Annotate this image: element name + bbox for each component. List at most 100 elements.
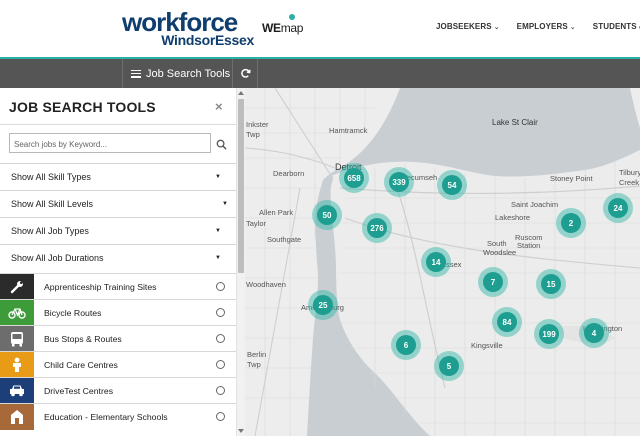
filter-skill-types[interactable]: Show All Skill Types ▼ (0, 163, 236, 190)
job-cluster-marker[interactable]: 658 (339, 163, 369, 193)
place-label: Station (517, 241, 541, 250)
cluster-count: 84 (497, 312, 517, 332)
cluster-count: 15 (541, 274, 561, 294)
workforce-logo[interactable]: workforce WindsorEssex (122, 9, 254, 47)
layer-label: Education - Elementary Schools (44, 411, 168, 422)
job-search-panel: JOB SEARCH TOOLS × Show All Skill Types … (0, 88, 245, 436)
job-cluster-marker[interactable]: 276 (362, 213, 392, 243)
scroll-up-arrow-icon[interactable] (238, 91, 244, 95)
place-label: Berlin (247, 350, 267, 359)
job-cluster-marker[interactable]: 4 (579, 318, 609, 348)
caret-down-icon: ▼ (215, 255, 221, 261)
caret-down-icon: ▼ (215, 174, 221, 180)
place-label: Lakeshore (495, 213, 531, 222)
tools-toolbar: Job Search Tools (0, 59, 640, 88)
layer-radio[interactable] (216, 360, 225, 369)
job-cluster-marker[interactable]: 54 (437, 170, 467, 200)
scroll-thumb[interactable] (238, 99, 244, 273)
wrench-icon (0, 273, 34, 300)
filter-job-durations[interactable]: Show All Job Durations ▼ (0, 244, 236, 271)
filter-job-types[interactable]: Show All Job Types ▼ (0, 217, 236, 244)
wemap-light: map (280, 21, 304, 35)
job-cluster-marker[interactable]: 5 (434, 351, 464, 381)
refresh-button[interactable] (233, 59, 258, 88)
bicycle-icon (0, 299, 34, 326)
cluster-count: 24 (608, 198, 628, 218)
nav-students-label: STUDENTS & EDU (592, 22, 640, 31)
job-cluster-marker[interactable]: 24 (603, 193, 633, 223)
layer-label: Bicycle Routes (44, 307, 102, 318)
job-search-tools-toggle[interactable]: Job Search Tools (122, 59, 233, 88)
app-window: workforce WindsorEssex WEmap JOBSEEKERS ⌄… (0, 0, 640, 436)
job-cluster-marker[interactable]: 25 (308, 290, 338, 320)
cluster-count: 54 (442, 175, 462, 195)
place-label: Allen Park (259, 208, 294, 217)
map-pin-icon (289, 14, 295, 20)
filter-skill-levels[interactable]: Show All Skill Levels ▼ (0, 190, 236, 217)
layer-radio[interactable] (216, 282, 225, 291)
place-label: Dearborn (273, 169, 305, 178)
nav-jobseekers[interactable]: JOBSEEKERS ⌄ (436, 22, 500, 31)
place-label: Tilbury (619, 168, 640, 177)
filter-label: Show All Job Durations (11, 253, 104, 263)
scroll-down-arrow-icon[interactable] (238, 429, 244, 433)
wemap-text: WEmap (262, 21, 303, 35)
job-cluster-marker[interactable]: 15 (536, 269, 566, 299)
job-cluster-marker[interactable]: 14 (421, 247, 451, 277)
job-cluster-marker[interactable]: 50 (312, 200, 342, 230)
child-icon (0, 351, 34, 378)
layer-apprenticeship[interactable]: Apprenticeship Training Sites (0, 273, 236, 300)
job-cluster-marker[interactable]: 2 (556, 208, 586, 238)
layer-radio[interactable] (216, 334, 225, 343)
job-cluster-marker[interactable]: 7 (478, 267, 508, 297)
place-label: Woodhaven (246, 280, 286, 289)
refresh-icon (240, 68, 251, 78)
main-nav: JOBSEEKERS⌄ EMPLOYERS⌄ STUDENTS & EDU (436, 22, 640, 31)
close-icon[interactable]: × (215, 99, 223, 114)
cluster-count: 14 (426, 252, 446, 272)
job-cluster-marker[interactable]: 84 (492, 307, 522, 337)
search-input[interactable] (10, 135, 210, 154)
place-label: Southgate (267, 235, 302, 244)
nav-employers[interactable]: EMPLOYERS ⌄ (517, 22, 576, 31)
search-icon[interactable] (216, 137, 227, 155)
layer-elementary-schools[interactable]: Education - Elementary Schools (0, 403, 236, 430)
nav-employers-label: EMPLOYERS (516, 22, 568, 31)
place-label: Hamtramck (329, 126, 368, 135)
place-label: South (487, 239, 507, 248)
toolbar-label: Job Search Tools (146, 67, 231, 80)
layer-child-care[interactable]: Child Care Centres (0, 351, 236, 378)
site-header: workforce WindsorEssex WEmap JOBSEEKERS ⌄… (0, 0, 640, 57)
cluster-count: 2 (561, 213, 581, 233)
map-view[interactable]: Hamtramck Inkster Twp Dearborn Detroit A… (245, 88, 640, 436)
nav-students[interactable]: STUDENTS & EDU (593, 22, 640, 31)
job-cluster-marker[interactable]: 6 (391, 330, 421, 360)
place-label: Twp (246, 130, 260, 139)
cluster-count: 339 (389, 172, 409, 192)
layer-radio[interactable] (216, 308, 225, 317)
cluster-count: 7 (483, 272, 503, 292)
car-icon (0, 377, 34, 404)
wemap-logo[interactable]: WEmap (262, 14, 303, 35)
place-label: Twp (247, 360, 261, 369)
panel-scrollbar[interactable] (236, 88, 245, 436)
job-cluster-marker[interactable]: 339 (384, 167, 414, 197)
chevron-down-icon: ⌄ (569, 24, 576, 31)
job-cluster-marker[interactable]: 199 (534, 319, 564, 349)
panel-title: JOB SEARCH TOOLS (9, 99, 156, 115)
panel-divider (0, 124, 236, 125)
filter-label: Show All Job Types (11, 226, 89, 236)
school-icon (0, 403, 34, 430)
layer-label: DriveTest Centres (44, 385, 114, 396)
layer-radio[interactable] (216, 386, 225, 395)
layer-label: Bus Stops & Routes (44, 333, 122, 344)
cluster-count: 276 (367, 218, 387, 238)
layer-bicycle[interactable]: Bicycle Routes (0, 299, 236, 326)
place-label: Creek (619, 178, 640, 187)
cluster-count: 5 (439, 356, 459, 376)
lake-label: Lake St Clair (492, 118, 538, 127)
layer-bus[interactable]: Bus Stops & Routes (0, 325, 236, 352)
layer-radio[interactable] (216, 412, 225, 421)
layer-drivetest[interactable]: DriveTest Centres (0, 377, 236, 404)
place-label: Kingsville (471, 341, 503, 350)
